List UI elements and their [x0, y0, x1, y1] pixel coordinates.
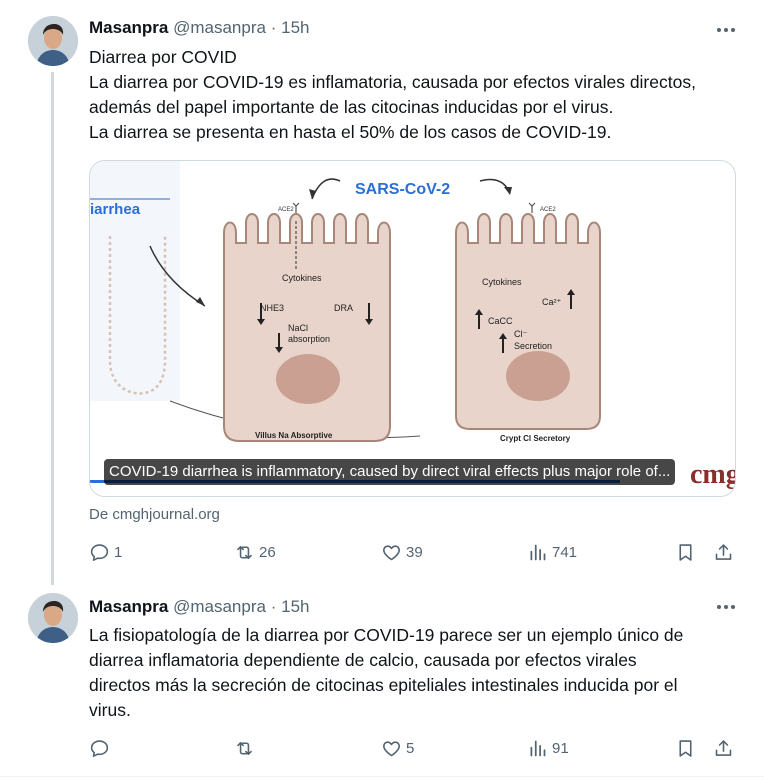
- avatar[interactable]: [28, 16, 78, 66]
- bookmark-button[interactable]: [675, 540, 696, 564]
- cacc-label: CaCC: [488, 316, 513, 326]
- repost-button[interactable]: 26: [234, 540, 276, 564]
- author-handle[interactable]: @masanpra: [173, 597, 266, 616]
- avatar-photo: [28, 16, 78, 66]
- reply-icon: [90, 543, 109, 561]
- bookmark-button[interactable]: [675, 736, 696, 760]
- separator-dot: ·: [270, 597, 277, 616]
- left-nucleus: [276, 354, 340, 404]
- repost-button[interactable]: [234, 736, 259, 760]
- card-caption: COVID-19 diarrhea is inflammatory, cause…: [104, 459, 676, 485]
- view-count: 741: [552, 543, 578, 561]
- analytics-icon: [530, 740, 546, 756]
- share-icon: [715, 543, 732, 560]
- tweet-text: La fisiopatología de la diarrea por COVI…: [89, 625, 684, 720]
- repost-count: 26: [259, 543, 276, 561]
- dra-label: DRA: [334, 303, 353, 313]
- repost-icon: [237, 545, 252, 559]
- analytics-icon: [530, 544, 546, 560]
- timestamp[interactable]: 15h: [281, 18, 309, 37]
- tweet-actions: 1 26 39 741: [89, 540, 739, 564]
- heart-icon: [383, 544, 400, 560]
- crypt-label: Crypt Cl Secretory: [500, 434, 571, 443]
- avatar-photo: [28, 593, 78, 643]
- share-icon: [715, 739, 732, 756]
- timeline-divider: [0, 776, 764, 777]
- repost-icon: [237, 741, 252, 755]
- right-receptor-label: ACE2: [540, 207, 556, 213]
- tweet[interactable]: Masanpra @masanpra · 15h La fisiopatolog…: [0, 585, 764, 775]
- author-handle[interactable]: @masanpra: [173, 18, 266, 37]
- villus-label: Villus Na Absorptive: [255, 431, 333, 440]
- like-button[interactable]: 39: [381, 540, 423, 564]
- right-cytokines-label: Cytokines: [482, 277, 522, 287]
- like-count: 5: [406, 739, 415, 757]
- journal-logo: cmg: [690, 459, 735, 490]
- heart-icon: [383, 740, 400, 756]
- card-image[interactable]: iarrhea SARS-CoV-2 ACE2 Cytokines NHE3 D…: [90, 161, 735, 496]
- card-source[interactable]: De cmghjournal.org: [89, 506, 220, 523]
- view-count: 91: [552, 739, 569, 757]
- nhe3-label: NHE3: [260, 303, 284, 313]
- calcium-label: Ca²⁺: [542, 297, 562, 307]
- tweet-header: Masanpra @masanpra · 15h: [89, 596, 309, 618]
- chloride-label: Cl⁻: [514, 329, 527, 339]
- avatar[interactable]: [28, 593, 78, 643]
- tweet-actions: 5 91: [89, 736, 739, 760]
- more-icon[interactable]: [712, 596, 740, 618]
- like-count: 39: [406, 543, 423, 561]
- thread-line: [51, 72, 54, 585]
- absorption-label: absorption: [288, 334, 330, 344]
- separator-dot: ·: [270, 18, 277, 37]
- views-button[interactable]: 741: [527, 540, 577, 564]
- reply-button[interactable]: [89, 736, 114, 760]
- tweet[interactable]: Masanpra @masanpra · 15h Diarrea por COV…: [0, 0, 764, 585]
- left-receptor-label: ACE2: [278, 207, 294, 213]
- bookmark-icon: [679, 543, 692, 561]
- author-name[interactable]: Masanpra: [89, 597, 168, 616]
- reply-icon: [90, 739, 109, 757]
- link-card[interactable]: iarrhea SARS-CoV-2 ACE2 Cytokines NHE3 D…: [89, 160, 736, 497]
- timestamp[interactable]: 15h: [281, 597, 309, 616]
- nacl-label: NaCl: [288, 323, 308, 333]
- reply-button[interactable]: 1: [89, 540, 122, 564]
- tweet-header: Masanpra @masanpra · 15h: [89, 17, 309, 39]
- tweet-text: Diarrea por COVID La diarrea por COVID-1…: [89, 47, 696, 142]
- more-icon[interactable]: [712, 19, 740, 41]
- side-label: iarrhea: [90, 201, 141, 218]
- author-name[interactable]: Masanpra: [89, 18, 168, 37]
- bookmark-icon: [679, 739, 692, 757]
- views-button[interactable]: 91: [527, 736, 569, 760]
- right-nucleus: [506, 351, 570, 401]
- left-cytokines-label: Cytokines: [282, 273, 322, 283]
- secretion-label: Secretion: [514, 341, 552, 351]
- image-title: SARS-CoV-2: [355, 181, 450, 198]
- share-button[interactable]: [713, 540, 734, 564]
- share-button[interactable]: [713, 736, 734, 760]
- like-button[interactable]: 5: [381, 736, 414, 760]
- reply-count: 1: [114, 543, 123, 561]
